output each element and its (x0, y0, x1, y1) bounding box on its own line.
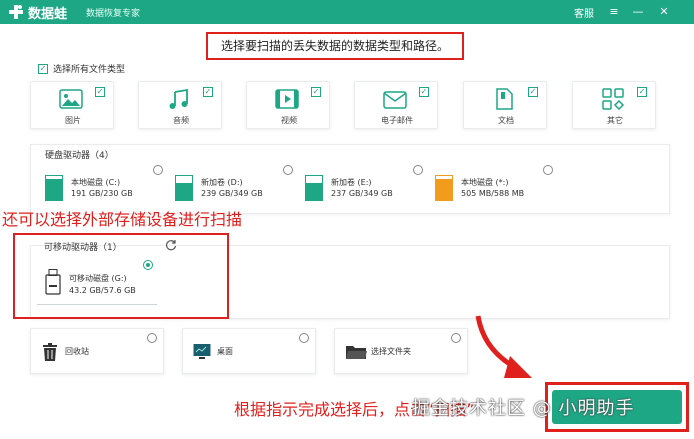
checkmark-icon[interactable]: ✓ (419, 87, 429, 97)
checkmark-icon[interactable]: ✓ (311, 87, 321, 97)
checkmark-icon[interactable]: ✓ (203, 87, 213, 97)
refresh-icon[interactable] (165, 239, 177, 251)
annotation-external-storage: 还可以选择外部存储设备进行扫描 (2, 210, 243, 229)
customer-service-link[interactable]: 客服 (574, 5, 594, 20)
location-card-desktop[interactable]: 桌面 (182, 328, 316, 374)
hard-disk-section: 硬盘驱动器（4） 本地磁盘 (C:) 191 GB/230 GB 新加卷 (D:… (30, 144, 670, 214)
location-label: 桌面 (217, 347, 233, 356)
instruction-text: 选择要扫描的丢失数据的数据类型和路径。 (206, 32, 464, 60)
drive-size: 505 MB/588 MB (461, 189, 525, 198)
file-type-card-video[interactable]: ✓ 视频 (246, 81, 330, 129)
file-type-label: 视频 (281, 116, 297, 125)
file-type-label: 文档 (498, 116, 514, 125)
highlight-box-removable: 可移动驱动器（1） 可移动磁盘 (G:) 43.2 GB/57.6 GB (13, 233, 229, 319)
folder-icon (346, 346, 367, 359)
drive-e[interactable]: 新加卷 (E:) 237 GB/349 GB (305, 165, 425, 213)
removable-section-title: 可移动驱动器（1） (44, 243, 122, 253)
file-type-card-document[interactable]: ✓ 文档 (463, 81, 547, 129)
drive-name: 可移动磁盘 (G:) (69, 274, 127, 283)
checkmark-icon: ✓ (38, 63, 48, 74)
drive-radio-selected[interactable] (143, 260, 153, 270)
checkmark-icon[interactable]: ✓ (528, 87, 538, 97)
drive-radio[interactable] (153, 165, 163, 175)
drive-size: 239 GB/349 GB (201, 189, 263, 198)
document-icon (496, 88, 513, 110)
logo-icon (9, 5, 23, 19)
location-label: 回收站 (65, 347, 89, 356)
file-type-card-email[interactable]: ✓ 电子邮件 (354, 81, 438, 129)
removable-drive-g[interactable]: 可移动磁盘 (G:) 43.2 GB/57.6 GB (37, 260, 157, 305)
hard-drive-icon (45, 175, 63, 201)
file-type-label: 其它 (607, 116, 623, 125)
location-card-choose-folder[interactable]: 选择文件夹 (334, 328, 468, 374)
recycle-bin-icon (43, 343, 57, 361)
drive-size: 191 GB/230 GB (71, 189, 133, 198)
checkmark-icon[interactable]: ✓ (637, 87, 647, 97)
select-all-label: 选择所有文件类型 (53, 65, 126, 75)
arrow-annotation (475, 315, 532, 378)
location-radio[interactable] (451, 333, 461, 343)
drive-radio[interactable] (543, 165, 553, 175)
close-button[interactable]: ✕ (656, 3, 672, 21)
checkmark-icon[interactable]: ✓ (95, 87, 105, 97)
other-icon (602, 88, 625, 110)
drive-radio[interactable] (283, 165, 293, 175)
title-bar: 数据蛙 数据恢复专家 客服 ≡ — ✕ (0, 0, 694, 24)
email-icon (383, 91, 407, 109)
video-icon (275, 89, 299, 109)
file-type-label: 音频 (173, 116, 189, 125)
watermark-text: 掘金技术社区 @ 小明助手 (412, 398, 635, 419)
location-label: 选择文件夹 (371, 347, 411, 356)
file-type-label: 电子邮件 (381, 116, 413, 125)
file-type-card-audio[interactable]: ✓ 音频 (138, 81, 222, 129)
hard-disk-section-title: 硬盘驱动器（4） (45, 151, 114, 161)
desktop-icon (193, 344, 211, 359)
location-card-recycle-bin[interactable]: 回收站 (30, 328, 164, 374)
drive-name: 新加卷 (D:) (201, 178, 243, 187)
drive-size: 237 GB/349 GB (331, 189, 393, 198)
image-icon (59, 89, 83, 109)
drive-name: 新加卷 (E:) (331, 178, 372, 187)
minimize-button[interactable]: — (630, 3, 646, 21)
drive-star[interactable]: 本地磁盘 (*:) 505 MB/588 MB (435, 165, 555, 213)
drive-size: 43.2 GB/57.6 GB (69, 286, 136, 295)
select-all-checkbox[interactable]: ✓ 选择所有文件类型 (38, 62, 125, 75)
app-subtitle: 数据恢复专家 (86, 9, 141, 19)
hard-drive-icon (305, 175, 323, 201)
hard-drive-icon (175, 175, 193, 201)
usb-drive-icon (45, 269, 61, 295)
drive-radio[interactable] (413, 165, 423, 175)
file-type-card-other[interactable]: ✓ 其它 (572, 81, 656, 129)
audio-icon (169, 88, 188, 109)
location-radio[interactable] (299, 333, 309, 343)
menu-icon[interactable]: ≡ (606, 3, 622, 21)
file-type-card-image[interactable]: ✓ 图片 (30, 81, 114, 129)
hard-drive-icon (435, 175, 453, 201)
file-type-label: 图片 (65, 116, 81, 125)
drive-name: 本地磁盘 (C:) (71, 178, 121, 187)
drive-name: 本地磁盘 (*:) (461, 178, 509, 187)
app-title: 数据蛙 (28, 7, 68, 22)
location-radio[interactable] (147, 333, 157, 343)
